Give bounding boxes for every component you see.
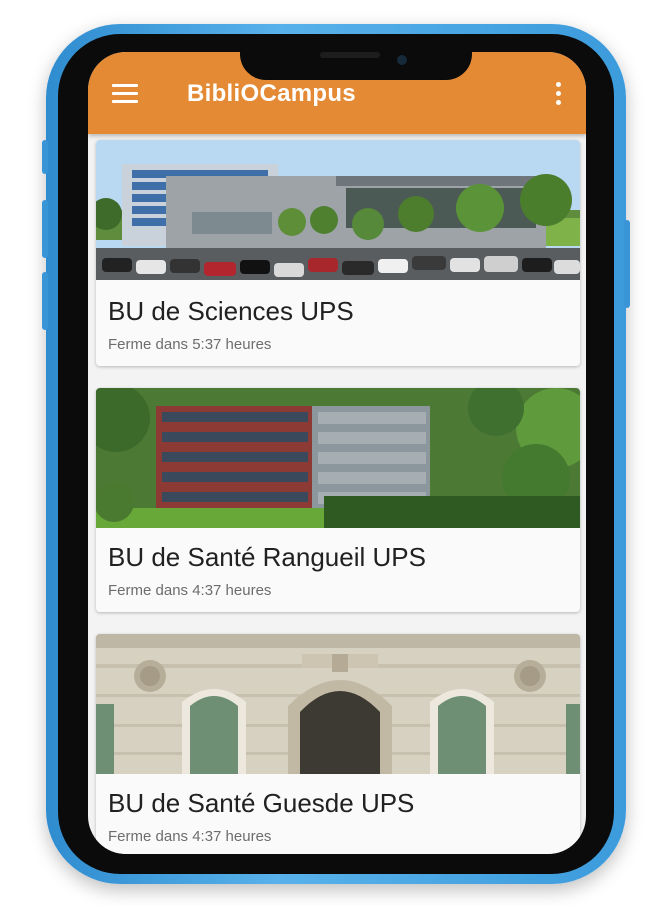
phone-speaker	[320, 52, 380, 58]
phone-camera	[397, 55, 407, 65]
library-photo-sante-guesde	[96, 634, 580, 774]
app-screen: BibliOCampus BU de Sciences UPS Ferme da…	[88, 52, 586, 854]
volume-down-button	[42, 272, 48, 330]
volume-up-button	[42, 200, 48, 258]
library-name: BU de Santé Guesde UPS	[108, 788, 415, 818]
library-photo-sante-rangueil	[96, 388, 580, 528]
phone-notch	[240, 42, 472, 80]
library-card-sciences[interactable]: BU de Sciences UPS Ferme dans 5:37 heure…	[96, 140, 580, 366]
library-hours-status: Ferme dans 5:37 heures	[108, 336, 272, 353]
library-photo-sciences	[96, 140, 580, 280]
library-card-sante-guesde[interactable]: BU de Santé Guesde UPS Ferme dans 4:37 h…	[96, 634, 580, 854]
hamburger-menu-icon[interactable]	[112, 84, 138, 104]
library-hours-status: Ferme dans 4:37 heures	[108, 582, 272, 599]
power-button	[624, 220, 630, 308]
library-card-sante-rangueil[interactable]: BU de Santé Rangueil UPS Ferme dans 4:37…	[96, 388, 580, 612]
library-hours-status: Ferme dans 4:37 heures	[108, 828, 272, 845]
library-name: BU de Santé Rangueil UPS	[108, 542, 426, 572]
more-vert-icon[interactable]	[552, 82, 564, 108]
silent-switch	[42, 140, 48, 174]
app-title: BibliOCampus	[187, 80, 356, 107]
library-name: BU de Sciences UPS	[108, 296, 354, 326]
